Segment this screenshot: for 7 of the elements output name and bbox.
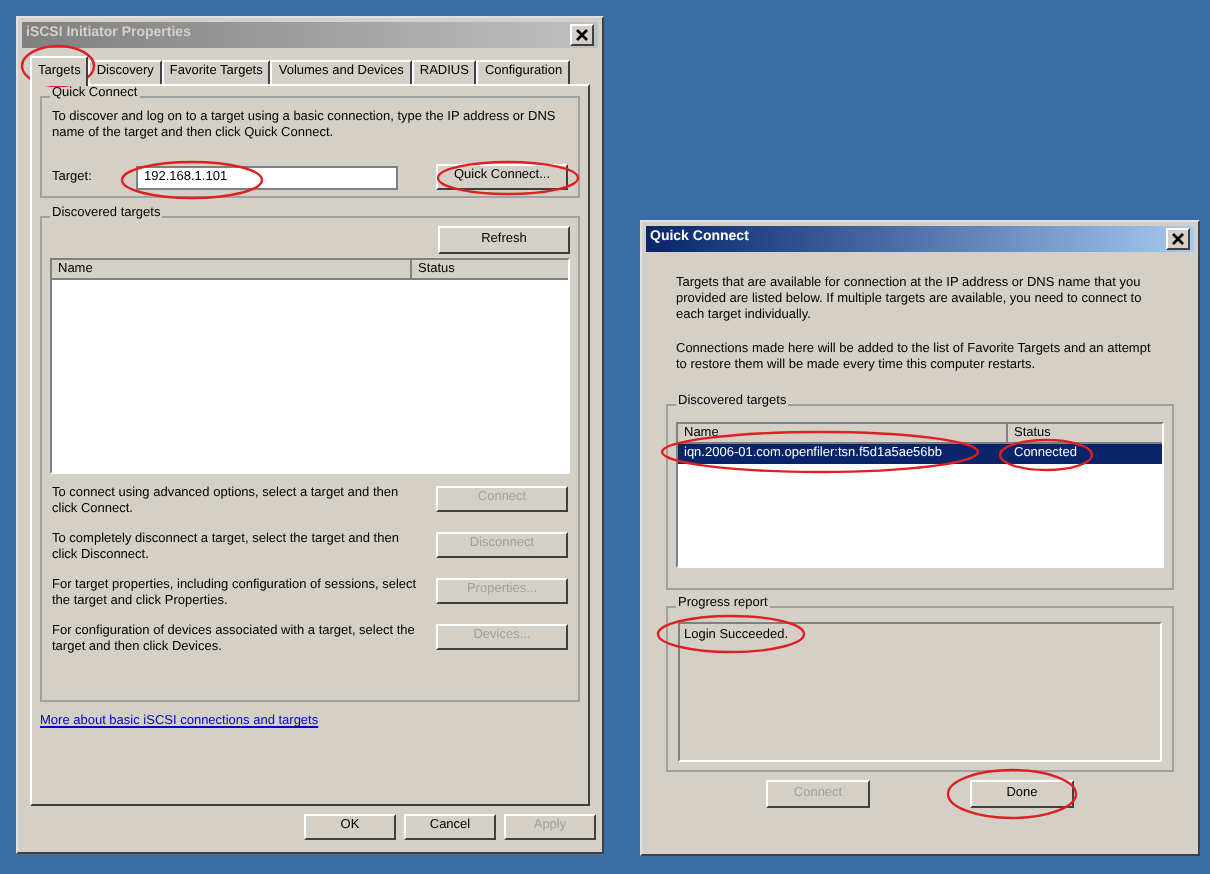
highlight-ellipse: [436, 160, 580, 196]
close-icon[interactable]: [570, 24, 594, 46]
highlight-ellipse: [20, 44, 96, 88]
highlight-ellipse: [998, 438, 1094, 472]
highlight-ellipse: [120, 160, 264, 200]
highlight-ellipse: [946, 768, 1078, 820]
close-icon[interactable]: [1166, 228, 1190, 250]
